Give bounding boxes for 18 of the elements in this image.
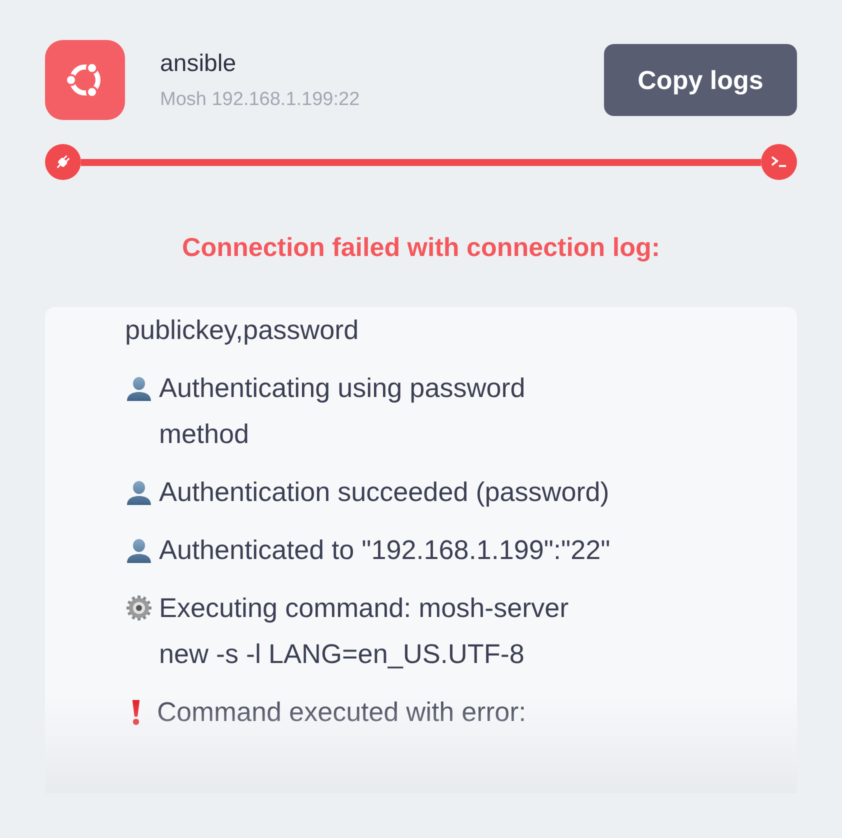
copy-logs-button[interactable]: Copy logs: [604, 44, 797, 116]
host-name: ansible: [160, 48, 238, 79]
status-message: Connection failed with connection log:: [182, 231, 660, 264]
log-line: Authentication succeeded (password): [159, 476, 610, 509]
log-line: publickey,password: [125, 314, 359, 347]
user-icon: [125, 478, 153, 506]
gear-icon: [125, 594, 153, 622]
ubuntu-logo-icon: [45, 40, 125, 120]
terminal-icon: [761, 144, 797, 180]
exclamation-icon: [131, 699, 141, 725]
log-line: Command executed with error:: [157, 696, 526, 729]
user-icon: [125, 536, 153, 564]
log-line: Authenticated to "192.168.1.199":"22": [159, 534, 610, 567]
plug-icon: [45, 144, 81, 180]
user-icon: [125, 374, 153, 402]
host-address: Mosh 192.168.1.199:22: [160, 88, 360, 112]
log-line: Executing command: mosh-server new -s -l LANG=en_US.UTF-8: [159, 592, 570, 671]
log-line: Authenticating using password method: [159, 372, 526, 451]
